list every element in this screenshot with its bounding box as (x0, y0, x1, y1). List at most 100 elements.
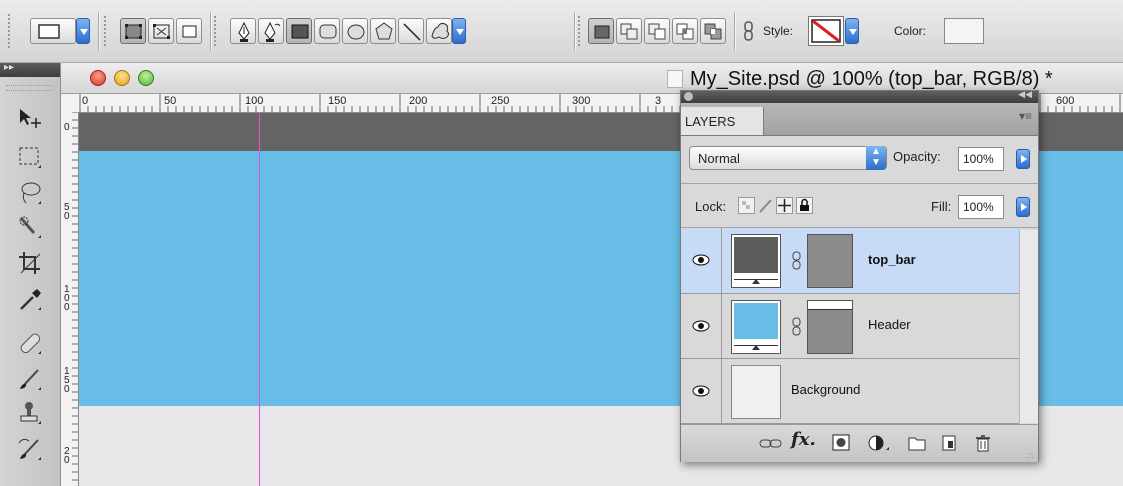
polygon-shape-button[interactable] (370, 18, 396, 44)
layers-panel-header[interactable]: ◀◀ (681, 89, 1038, 103)
ruler-tick-label: 250 (491, 95, 509, 107)
eye-icon (692, 320, 710, 332)
style-swatch[interactable] (808, 16, 844, 46)
vector-mask-thumbnail (807, 300, 853, 354)
layers-scrollbar[interactable] (1019, 230, 1038, 423)
new-layer-icon[interactable] (939, 433, 959, 453)
eyedropper-tool-icon[interactable] (16, 285, 44, 315)
quick-selection-tool-icon[interactable] (16, 213, 44, 243)
tools-grip (6, 85, 52, 91)
fill-label: Fill: (931, 199, 952, 214)
ruler-tick-label: 20 (64, 446, 70, 466)
panel-collapse-icon[interactable]: ◀◀ (1018, 89, 1032, 100)
fill-slider-button[interactable] (1016, 197, 1030, 217)
rectangle-shape-button[interactable] (286, 18, 312, 44)
fx-icon[interactable]: fx. (791, 429, 816, 450)
ruler-tick-label: 200 (409, 95, 427, 107)
lasso-tool-icon[interactable] (16, 179, 44, 209)
new-group-icon[interactable] (907, 433, 927, 453)
document-title: My_Site.psd @ 100% (top_bar, RGB/8) * (690, 68, 1053, 90)
layer-row-top-bar[interactable]: top_bar (681, 228, 1019, 294)
ruler-origin[interactable] (61, 94, 79, 113)
lock-position-icon[interactable] (776, 197, 793, 214)
lock-image-pixels-icon[interactable] (757, 197, 774, 214)
layer-row-background[interactable]: Background (681, 359, 1019, 424)
lock-label: Lock: (695, 199, 727, 214)
adjustment-layer-icon[interactable] (867, 433, 891, 453)
eye-icon (692, 385, 710, 397)
ruler-tick-label: 150 (64, 366, 70, 395)
ruler-tick-label: 0 (82, 95, 88, 107)
options-bar-grip[interactable] (8, 14, 16, 48)
shape-layers-mode-button[interactable] (120, 18, 146, 44)
style-label: Style: (763, 24, 794, 38)
link-style-button[interactable] (740, 20, 758, 42)
panel-close-icon[interactable] (684, 92, 693, 101)
document-proxy-icon[interactable] (667, 70, 683, 88)
layer-visibility-toggle[interactable] (681, 294, 722, 358)
minimize-window-icon[interactable] (114, 70, 130, 86)
pen-tool-button[interactable] (230, 18, 256, 44)
custom-shape-dropdown[interactable] (452, 18, 466, 44)
freeform-pen-icon (264, 21, 281, 42)
history-brush-tool-icon[interactable] (16, 435, 44, 465)
blend-mode-value: Normal (698, 151, 740, 166)
zoom-window-icon[interactable] (138, 70, 154, 86)
ruler-tick-label: 300 (572, 95, 590, 107)
vertical-ruler[interactable]: 0 50 100 150 20 (61, 112, 79, 486)
intersect-shape-button[interactable] (672, 18, 698, 44)
layer-name[interactable]: Background (791, 382, 860, 397)
layer-name[interactable]: top_bar (868, 252, 916, 267)
link-layers-icon[interactable] (759, 433, 783, 453)
lock-transparent-pixels-icon[interactable] (738, 197, 755, 214)
panel-menu-icon[interactable]: ▾≡ (1019, 109, 1032, 123)
brush-tool-icon[interactable] (16, 365, 44, 395)
freeform-pen-tool-button[interactable] (258, 18, 284, 44)
subtract-shape-icon (648, 23, 666, 40)
fill-field[interactable]: 100% (958, 195, 1004, 219)
fill-pixels-mode-button[interactable] (176, 18, 202, 44)
tab-layers[interactable]: LAYERS (681, 107, 764, 135)
vector-mask-thumbnail (807, 234, 853, 288)
layers-tab-bar: LAYERS ▾≡ (681, 103, 1038, 136)
add-to-shape-icon (620, 23, 638, 40)
ruler-tick-label: 50 (64, 202, 70, 222)
move-tool-icon[interactable] (16, 105, 44, 135)
add-mask-icon[interactable] (831, 433, 851, 453)
subtract-shape-button[interactable] (644, 18, 670, 44)
rounded-rectangle-icon (319, 24, 337, 39)
style-dropdown[interactable] (845, 18, 859, 44)
vertical-guide[interactable] (259, 113, 260, 486)
opacity-field[interactable]: 100% (958, 147, 1004, 171)
create-new-layer-mode-button[interactable] (588, 18, 614, 44)
paths-mode-button[interactable] (148, 18, 174, 44)
line-shape-button[interactable] (398, 18, 424, 44)
opacity-slider-button[interactable] (1016, 149, 1030, 169)
layer-name[interactable]: Header (868, 317, 911, 332)
add-to-shape-button[interactable] (616, 18, 642, 44)
mask-link-icon[interactable] (791, 251, 803, 271)
mask-link-icon[interactable] (791, 317, 803, 337)
blend-mode-select[interactable]: Normal ▲ ▼ (689, 146, 887, 170)
tool-preset-picker[interactable] (30, 18, 76, 44)
clone-stamp-tool-icon[interactable] (16, 399, 44, 429)
crop-tool-icon[interactable] (16, 249, 44, 279)
exclude-shape-button[interactable] (700, 18, 726, 44)
marquee-tool-icon[interactable] (16, 143, 44, 173)
ellipse-shape-button[interactable] (342, 18, 368, 44)
layer-visibility-toggle[interactable] (681, 228, 722, 293)
close-window-icon[interactable] (90, 70, 106, 86)
layer-row-header[interactable]: Header (681, 294, 1019, 359)
delete-layer-icon[interactable] (973, 433, 993, 453)
resize-grip-icon[interactable]: .::: (1025, 451, 1034, 460)
rounded-rectangle-shape-button[interactable] (314, 18, 340, 44)
tool-preset-dropdown[interactable] (76, 18, 90, 44)
collapse-icon[interactable]: ▸▸ (4, 62, 14, 73)
lock-all-icon[interactable] (796, 197, 813, 214)
layers-panel-footer: fx. .::: (681, 424, 1038, 462)
color-swatch[interactable] (944, 18, 984, 44)
layer-visibility-toggle[interactable] (681, 359, 722, 423)
healing-brush-tool-icon[interactable] (16, 329, 44, 359)
custom-shape-button[interactable] (426, 18, 452, 44)
eye-icon (692, 254, 710, 266)
